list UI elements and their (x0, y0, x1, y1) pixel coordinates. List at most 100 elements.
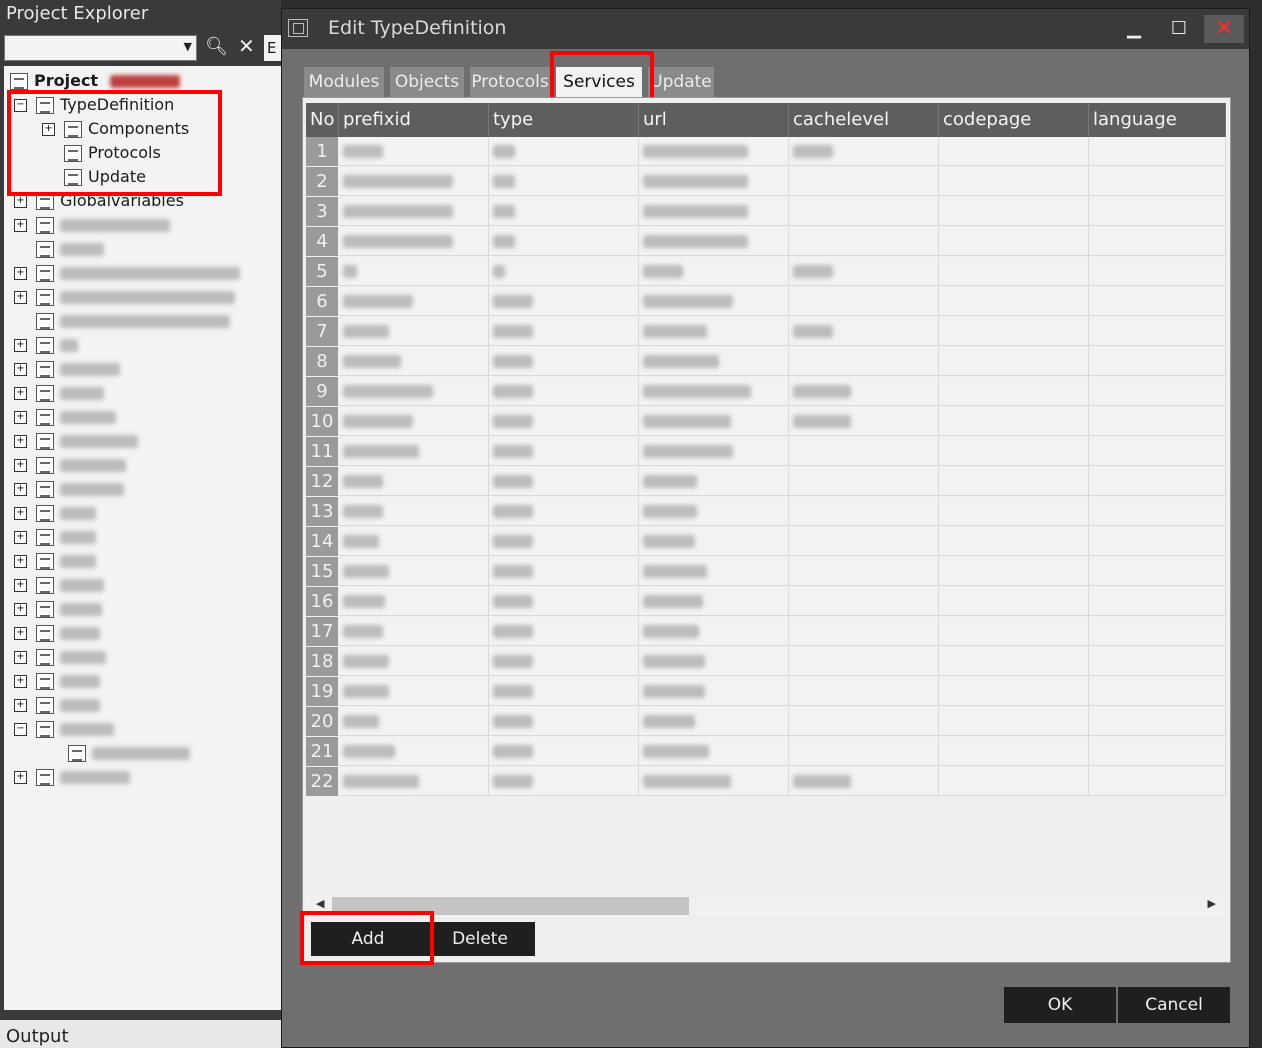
table-row[interactable]: 7 (306, 317, 1226, 347)
table-cell[interactable] (339, 347, 489, 376)
table-cell[interactable] (1089, 647, 1226, 676)
column-header-type[interactable]: type (489, 103, 639, 137)
table-cell[interactable] (339, 377, 489, 406)
expand-icon[interactable]: + (14, 675, 27, 688)
scroll-right-icon[interactable]: ▶ (1208, 897, 1216, 910)
table-cell[interactable] (489, 227, 639, 256)
table-cell[interactable] (789, 497, 939, 526)
table-cell[interactable] (639, 767, 789, 796)
table-cell[interactable] (1089, 617, 1226, 646)
table-cell[interactable] (639, 317, 789, 346)
table-cell[interactable] (639, 167, 789, 196)
table-row[interactable]: 21 (306, 737, 1226, 767)
table-cell[interactable] (1089, 347, 1226, 376)
table-cell[interactable] (939, 707, 1089, 736)
table-cell[interactable] (789, 257, 939, 286)
tree-node-service[interactable]: + (14, 670, 100, 692)
table-cell[interactable] (639, 257, 789, 286)
table-cell[interactable] (1089, 737, 1226, 766)
table-row[interactable]: 11 (306, 437, 1226, 467)
tree-node-service[interactable] (36, 310, 230, 332)
expand-icon[interactable]: + (14, 387, 27, 400)
table-cell[interactable] (939, 407, 1089, 436)
table-row[interactable]: 19 (306, 677, 1226, 707)
table-cell[interactable] (639, 707, 789, 736)
tree-node-service[interactable]: + (14, 550, 96, 572)
table-cell[interactable] (639, 347, 789, 376)
cancel-button[interactable]: Cancel (1118, 987, 1230, 1023)
tab-protocols[interactable]: Protocols (470, 67, 550, 97)
table-cell[interactable] (339, 527, 489, 556)
expand-icon[interactable]: + (14, 507, 27, 520)
table-cell[interactable] (639, 377, 789, 406)
table-cell[interactable] (639, 227, 789, 256)
table-cell[interactable] (639, 617, 789, 646)
expand-icon[interactable]: + (42, 123, 55, 136)
tree-node-service-child[interactable] (68, 742, 190, 764)
tree-node-service[interactable]: + (14, 478, 124, 500)
table-cell[interactable] (789, 557, 939, 586)
table-cell[interactable] (789, 587, 939, 616)
table-cell[interactable] (489, 347, 639, 376)
scroll-left-icon[interactable]: ◀ (316, 897, 324, 910)
table-cell[interactable] (1089, 407, 1226, 436)
table-cell[interactable] (639, 467, 789, 496)
table-cell[interactable] (339, 197, 489, 226)
tree-node-service[interactable]: + (14, 766, 130, 788)
table-cell[interactable] (489, 707, 639, 736)
expand-icon[interactable]: + (14, 339, 27, 352)
table-cell[interactable] (339, 467, 489, 496)
table-cell[interactable] (639, 587, 789, 616)
tree-node-update[interactable]: Update (64, 166, 146, 188)
tree-node-service[interactable]: + (14, 286, 235, 308)
dialog-titlebar[interactable]: Edit TypeDefinition ▁ ☐ ✕ (282, 9, 1249, 49)
table-cell[interactable] (939, 137, 1089, 166)
tab-update[interactable]: Update (648, 67, 714, 97)
table-cell[interactable] (639, 437, 789, 466)
tree-node-protocols[interactable]: Protocols (64, 142, 161, 164)
tree-node-service[interactable]: + (14, 622, 100, 644)
table-cell[interactable] (489, 767, 639, 796)
table-cell[interactable] (339, 167, 489, 196)
expand-icon[interactable]: + (14, 699, 27, 712)
table-cell[interactable] (639, 137, 789, 166)
table-cell[interactable] (939, 287, 1089, 316)
table-cell[interactable] (339, 617, 489, 646)
table-cell[interactable] (939, 647, 1089, 676)
tree-node-typedefinition[interactable]: − TypeDefinition (14, 94, 174, 116)
table-cell[interactable] (339, 407, 489, 436)
tree-node-globalvariables[interactable]: + Globalvariables (14, 190, 184, 212)
chevron-down-icon[interactable]: ▼ (184, 40, 192, 53)
table-cell[interactable] (489, 737, 639, 766)
project-tree[interactable]: Project − TypeDefinition + Components Pr… (4, 66, 281, 1010)
expand-icon[interactable]: + (14, 267, 27, 280)
table-cell[interactable] (789, 347, 939, 376)
table-cell[interactable] (939, 497, 1089, 526)
table-cell[interactable] (1089, 497, 1226, 526)
table-cell[interactable] (939, 317, 1089, 346)
table-row[interactable]: 3 (306, 197, 1226, 227)
collapse-icon[interactable]: − (14, 723, 27, 736)
table-cell[interactable] (939, 737, 1089, 766)
table-cell[interactable] (639, 287, 789, 316)
expand-icon[interactable]: + (14, 195, 27, 208)
close-icon[interactable]: ✕ (238, 34, 255, 58)
table-row[interactable]: 5 (306, 257, 1226, 287)
table-cell[interactable] (339, 767, 489, 796)
table-cell[interactable] (789, 707, 939, 736)
tree-node-service[interactable]: + (14, 214, 170, 236)
table-cell[interactable] (789, 227, 939, 256)
table-cell[interactable] (789, 407, 939, 436)
expand-icon[interactable]: + (14, 411, 27, 424)
table-cell[interactable] (1089, 767, 1226, 796)
table-row[interactable]: 6 (306, 287, 1226, 317)
table-cell[interactable] (939, 767, 1089, 796)
tree-node-service[interactable] (36, 238, 104, 260)
table-cell[interactable] (939, 167, 1089, 196)
table-cell[interactable] (339, 287, 489, 316)
table-cell[interactable] (939, 527, 1089, 556)
tree-node-service[interactable]: + (14, 502, 96, 524)
table-cell[interactable] (489, 197, 639, 226)
table-row[interactable]: 14 (306, 527, 1226, 557)
expand-icon[interactable]: + (14, 603, 27, 616)
